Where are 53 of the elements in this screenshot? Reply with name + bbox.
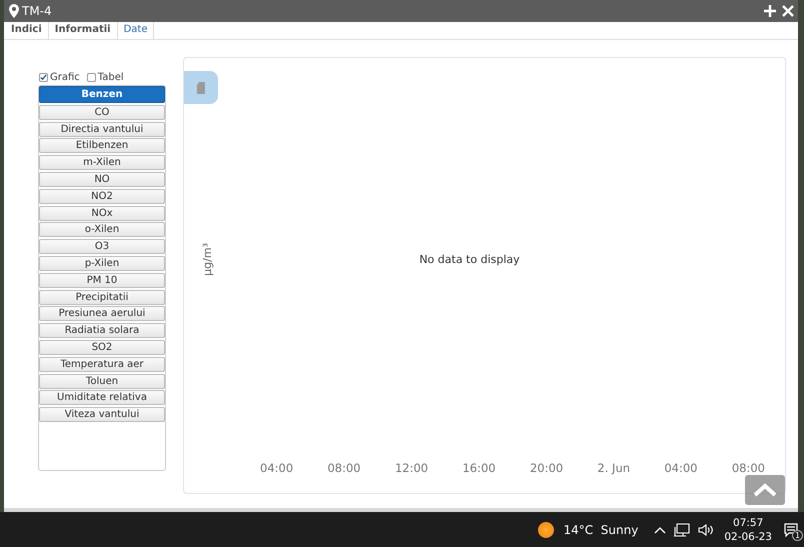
x-axis-label: 08:00 xyxy=(327,461,361,475)
x-axis-label: 08:00 xyxy=(732,461,765,475)
tab[interactable]: Date xyxy=(118,22,154,39)
x-axis-label: 16:00 xyxy=(462,461,496,475)
x-axis-label: 12:00 xyxy=(394,461,428,475)
tab[interactable]: Indici xyxy=(5,22,49,39)
parameter-button[interactable]: Benzen xyxy=(39,86,165,103)
parameter-button[interactable]: NO2 xyxy=(39,188,165,204)
parameter-button[interactable]: O3 xyxy=(39,239,165,254)
parameter-button[interactable]: PM 10 xyxy=(39,272,165,288)
notification-button[interactable]: 1 xyxy=(784,520,800,540)
message-icon xyxy=(784,522,798,536)
parameter-button[interactable]: Temperatura aer xyxy=(39,356,165,372)
scroll-to-top-button[interactable] xyxy=(745,475,785,505)
checkbox[interactable] xyxy=(39,72,48,82)
parameter-button[interactable]: Precipitatii xyxy=(39,290,165,305)
parameter-button[interactable]: p-Xilen xyxy=(39,256,165,271)
clock[interactable]: 07:57 02-06-23 xyxy=(724,516,772,544)
checkbox-label[interactable]: Grafic xyxy=(50,72,80,82)
x-axis-label: 20:00 xyxy=(530,461,564,475)
y-axis-label: µg/m³ xyxy=(201,243,214,276)
notification-count: 1 xyxy=(792,530,803,540)
parameter-button[interactable]: CO xyxy=(39,104,165,120)
parameter-button[interactable]: SO2 xyxy=(39,340,165,355)
weather-text[interactable]: 14°C Sunny xyxy=(564,522,638,536)
parameter-button[interactable]: Viteza vantului xyxy=(39,407,165,422)
no-data-message: No data to display xyxy=(418,253,521,266)
sun-icon[interactable] xyxy=(538,522,554,538)
x-axis-label: 04:00 xyxy=(260,461,294,475)
close-icon[interactable] xyxy=(782,5,794,17)
caret-up-icon[interactable] xyxy=(654,526,666,534)
window-title: TM-4 xyxy=(22,4,52,18)
parameter-button[interactable]: NO xyxy=(39,172,165,187)
x-axis-label: 04:00 xyxy=(664,461,698,475)
parameter-button[interactable]: o-Xilen xyxy=(39,222,165,238)
parameter-button[interactable]: Umiditate relativa xyxy=(39,390,165,406)
parameter-button[interactable]: Radiatia solara xyxy=(39,323,165,338)
parameter-button[interactable]: m-Xilen xyxy=(39,155,165,170)
parameter-button[interactable]: Toluen xyxy=(39,374,165,389)
chevron-up-icon xyxy=(753,483,777,497)
checkbox-label[interactable]: Tabel xyxy=(98,72,124,82)
parameter-button[interactable]: Presiunea aerului xyxy=(39,306,165,322)
speaker-icon[interactable] xyxy=(698,522,714,536)
network-icon[interactable] xyxy=(674,522,690,536)
x-axis-label: 2. Jun xyxy=(597,461,630,475)
parameter-button[interactable]: Etilbenzen xyxy=(39,138,165,154)
parameter-button[interactable]: Directia vantului xyxy=(39,122,165,137)
document-icon xyxy=(197,82,205,94)
checkbox[interactable] xyxy=(86,72,96,82)
chart-menu-button[interactable] xyxy=(184,71,218,104)
map-pin-icon xyxy=(9,4,19,18)
parameter-button[interactable]: NOx xyxy=(39,206,165,221)
plus-icon[interactable] xyxy=(764,5,776,17)
